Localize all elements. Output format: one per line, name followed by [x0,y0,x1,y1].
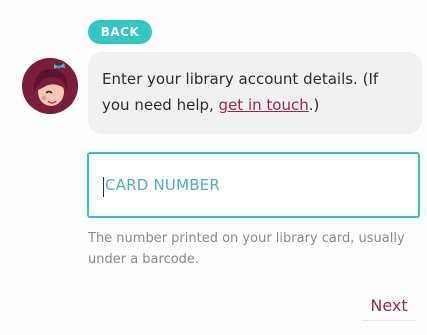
next-button[interactable]: Next [363,292,415,320]
message-bubble: Enter your library account details. (If … [88,52,422,134]
card-number-help-text: The number printed on your library card,… [88,231,405,267]
text-caret [103,177,104,197]
next-divider [362,320,416,321]
card-number-input[interactable] [89,154,418,216]
card-number-field[interactable] [87,152,420,218]
back-button[interactable]: BACK [88,20,152,44]
message-text-end: .) [308,96,320,114]
library-signin-step: BACK Enter your library account details.… [0,0,427,335]
libby-avatar-icon [22,58,78,114]
get-in-touch-link[interactable]: get in touch [219,96,309,114]
